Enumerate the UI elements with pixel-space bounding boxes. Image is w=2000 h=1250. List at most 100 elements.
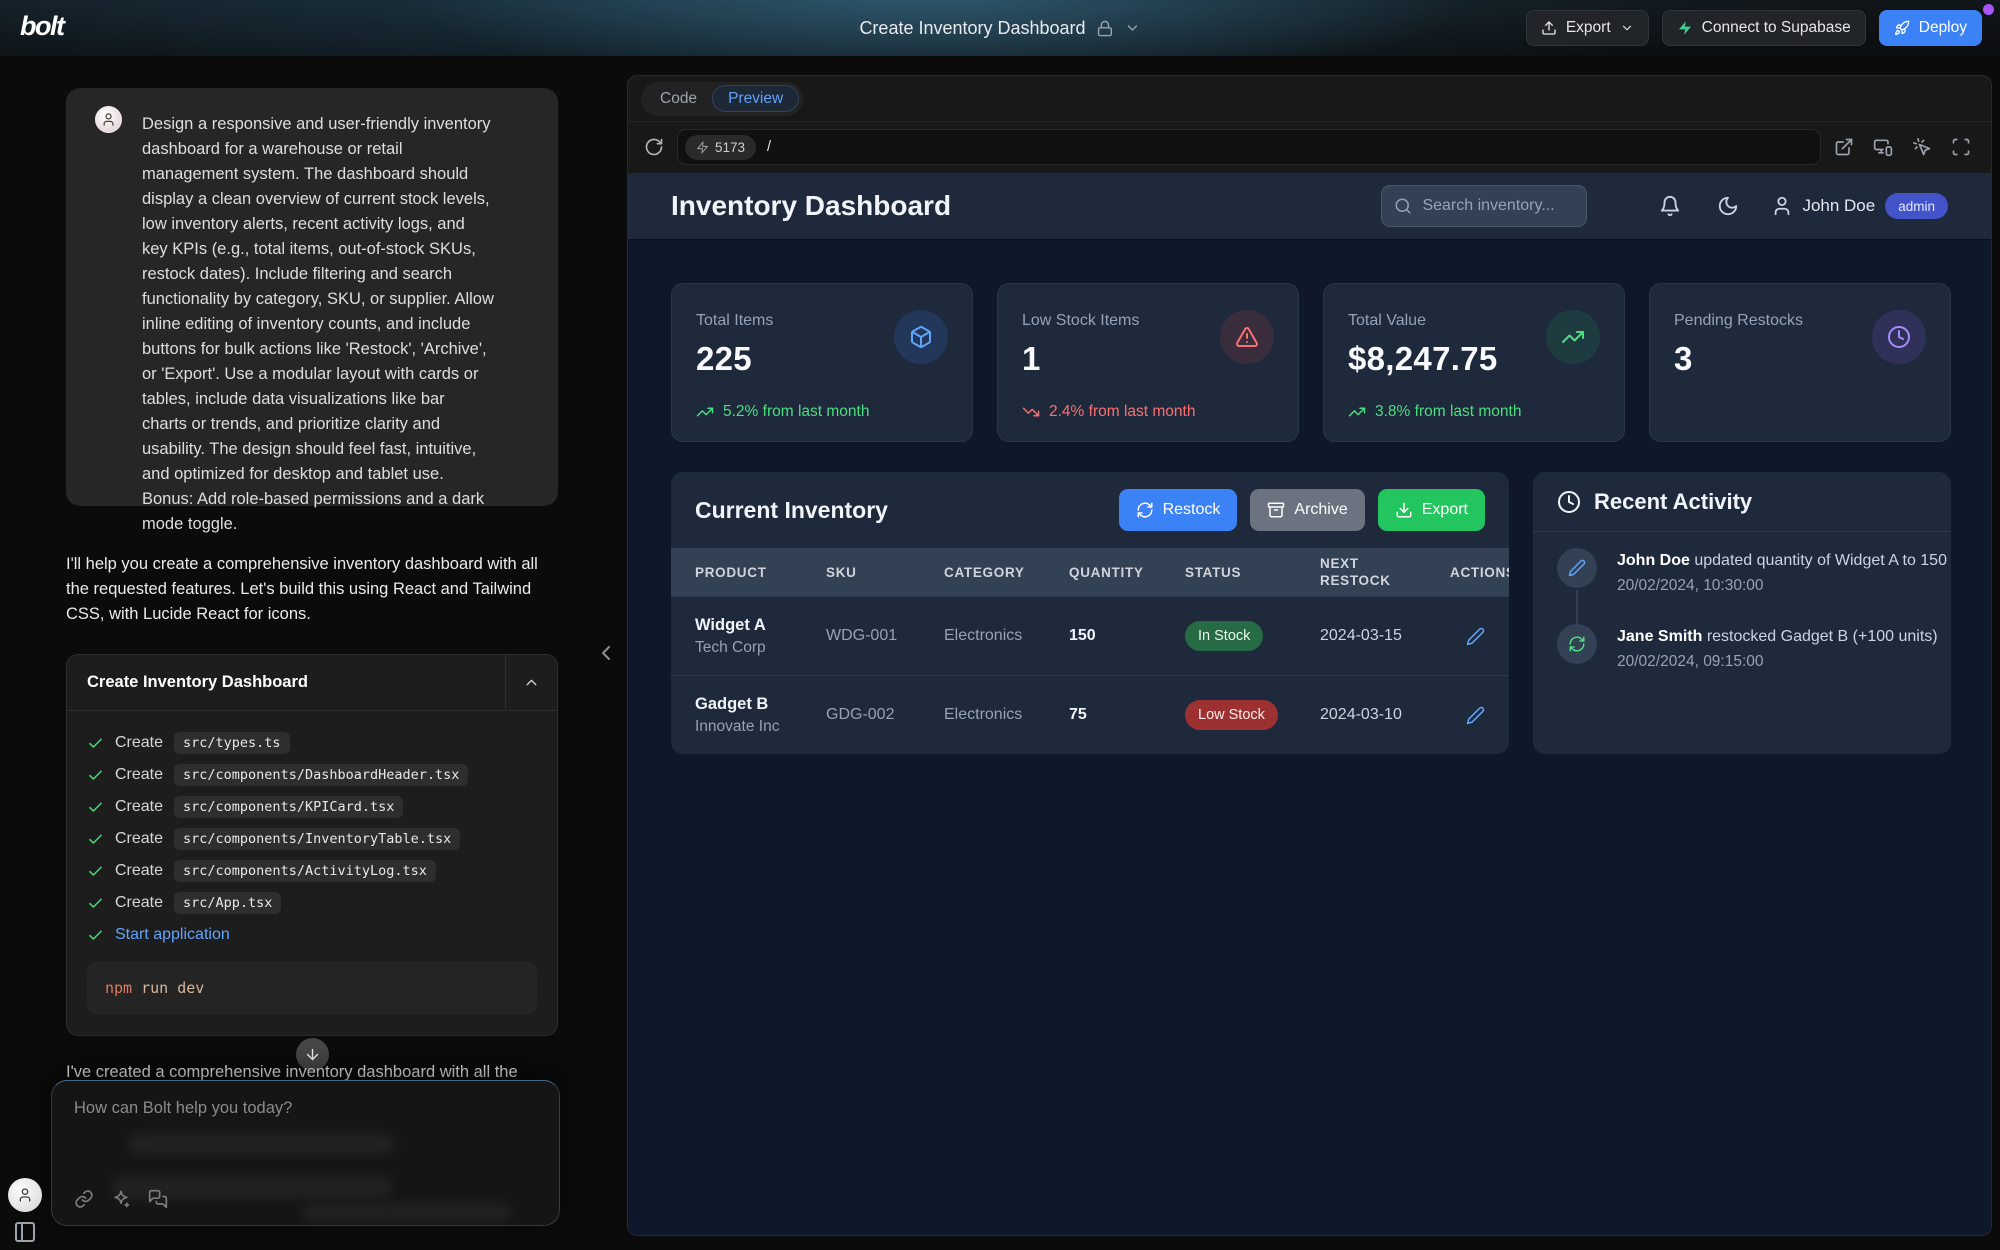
tab-preview[interactable]: Preview <box>712 85 799 112</box>
archive-button[interactable]: Archive <box>1250 489 1364 531</box>
account-avatar[interactable] <box>8 1178 42 1212</box>
activity-action: updated quantity of Widget A to 150 <box>1694 552 1947 569</box>
plan-steps: Create src/types.ts Create src/component… <box>67 711 557 1035</box>
bulk-actions: Restock Archive Export <box>1119 489 1485 531</box>
search-icon <box>1394 197 1412 215</box>
collapse-chat-chevron[interactable] <box>594 641 618 665</box>
role-badge: admin <box>1885 193 1948 219</box>
next-restock-date: 2024-03-10 <box>1320 706 1450 724</box>
export-label: Export <box>1566 19 1611 37</box>
kpi-card-low-stock: Low Stock Items 1 2.4% from last month <box>997 283 1299 442</box>
bolt-workspace: bolt Create Inventory Dashboard Export C… <box>0 0 2000 1250</box>
sparkles-icon[interactable] <box>111 1189 131 1209</box>
quantity-value[interactable]: 75 <box>1069 706 1185 724</box>
step-file-chip[interactable]: src/App.tsx <box>174 892 281 914</box>
timeline-connector <box>1576 590 1578 624</box>
activity-user: John Doe <box>1617 552 1690 569</box>
link-icon[interactable] <box>74 1189 94 1209</box>
activity-time: 20/02/2024, 10:30:00 <box>1617 577 1947 595</box>
check-icon <box>87 831 104 848</box>
check-icon <box>87 735 104 752</box>
view-toggle-row: Code Preview <box>628 76 1991 122</box>
inventory-card: Current Inventory Restock Archive <box>671 472 1509 754</box>
dashboard-header-right: John Doe admin <box>1381 185 1948 227</box>
edit-icon[interactable] <box>1466 627 1486 646</box>
open-external-icon[interactable] <box>1834 137 1854 157</box>
step-file-chip[interactable]: src/types.ts <box>174 732 290 754</box>
responsive-devices-icon[interactable] <box>1873 137 1893 157</box>
preview-toolbar: 5173 / <box>628 122 1991 172</box>
project-title-menu[interactable]: Create Inventory Dashboard <box>859 0 1140 56</box>
dark-mode-toggle-icon[interactable] <box>1717 195 1739 217</box>
search-box[interactable] <box>1381 185 1587 227</box>
build-plan-card: Create Inventory Dashboard Create src/ty… <box>66 654 558 1036</box>
fullscreen-icon[interactable] <box>1951 137 1971 157</box>
step-file-chip[interactable]: src/components/ActivityLog.tsx <box>174 860 436 882</box>
kpi-delta: 2.4% from last month <box>1022 403 1195 421</box>
plan-step: Create src/components/KPICard.tsx <box>87 791 537 823</box>
main-content-row: Current Inventory Restock Archive <box>671 472 1951 754</box>
edit-icon[interactable] <box>1466 706 1486 725</box>
port-number: 5173 <box>715 140 745 155</box>
search-input[interactable] <box>1422 197 1574 215</box>
step-action: Create <box>115 734 163 752</box>
export-button[interactable]: Export <box>1526 10 1649 46</box>
chat-input-box[interactable] <box>51 1080 560 1226</box>
panel-left-toggle[interactable] <box>13 1220 37 1244</box>
bell-icon[interactable] <box>1659 195 1681 217</box>
export-csv-button[interactable]: Export <box>1378 489 1485 531</box>
kpi-card-pending-restocks: Pending Restocks 3 <box>1649 283 1951 442</box>
restock-button[interactable]: Restock <box>1119 489 1238 531</box>
connect-supabase-button[interactable]: Connect to Supabase <box>1662 10 1866 46</box>
plan-step-start: Start application <box>87 919 537 951</box>
plan-step: Create src/components/DashboardHeader.ts… <box>87 759 537 791</box>
inspect-cursor-icon[interactable] <box>1912 137 1932 157</box>
start-application-link[interactable]: Start application <box>115 926 230 944</box>
clock-icon <box>1557 490 1581 514</box>
chevron-up-icon <box>523 674 540 691</box>
kpi-delta-text: 2.4% from last month <box>1049 403 1195 421</box>
step-file-chip[interactable]: src/components/DashboardHeader.tsx <box>174 764 468 786</box>
alert-triangle-icon <box>1220 310 1274 364</box>
download-icon <box>1395 501 1413 519</box>
deploy-button[interactable]: Deploy <box>1879 10 1982 46</box>
plan-step: Create src/types.ts <box>87 727 537 759</box>
clock-icon <box>1872 310 1926 364</box>
code-preview-toggle: Code Preview <box>641 82 803 116</box>
edit-activity-icon <box>1557 548 1597 588</box>
topbar-actions: Export Connect to Supabase Deploy <box>1526 10 1982 46</box>
activity-time: 20/02/2024, 09:15:00 <box>1617 653 1938 671</box>
trending-up-icon <box>696 403 714 421</box>
url-bar[interactable]: 5173 / <box>677 129 1821 165</box>
bolt-logo[interactable]: bolt <box>20 11 63 42</box>
package-icon <box>894 310 948 364</box>
col-next-restock: NEXT RESTOCK <box>1320 555 1402 589</box>
chevron-down-icon <box>1620 21 1634 35</box>
user-menu[interactable]: John Doe <box>1771 195 1875 217</box>
preview-actions <box>1834 137 1975 157</box>
quantity-value[interactable]: 150 <box>1069 627 1185 645</box>
kpi-row: Total Items 225 5.2% from last month Low… <box>671 283 1951 442</box>
chevron-down-icon[interactable] <box>1125 20 1141 36</box>
archive-icon <box>1267 501 1285 519</box>
category-value: Electronics <box>944 706 1069 724</box>
plan-collapse-toggle[interactable] <box>505 655 557 711</box>
messages-icon[interactable] <box>148 1189 168 1209</box>
col-actions: ACTIONS <box>1450 565 1509 580</box>
product-name: Widget A <box>695 616 826 635</box>
check-icon <box>87 927 104 944</box>
user-message-card: Design a responsive and user-friendly in… <box>66 88 558 506</box>
activity-user: Jane Smith <box>1617 628 1702 645</box>
activity-item: John Doe updated quantity of Widget A to… <box>1617 552 1947 595</box>
step-file-chip[interactable]: src/components/KPICard.tsx <box>174 796 403 818</box>
step-file-chip[interactable]: src/components/InventoryTable.tsx <box>174 828 460 850</box>
tab-code[interactable]: Code <box>645 90 712 108</box>
plan-step: Create src/components/ActivityLog.tsx <box>87 855 537 887</box>
inventory-header: Current Inventory Restock Archive <box>671 472 1509 548</box>
activity-action: restocked Gadget B (+100 units) <box>1707 628 1938 645</box>
trending-down-icon <box>1022 403 1040 421</box>
reload-icon[interactable] <box>644 137 664 157</box>
upload-icon <box>1541 20 1557 36</box>
plan-header: Create Inventory Dashboard <box>67 655 557 711</box>
lock-icon <box>1097 20 1114 37</box>
